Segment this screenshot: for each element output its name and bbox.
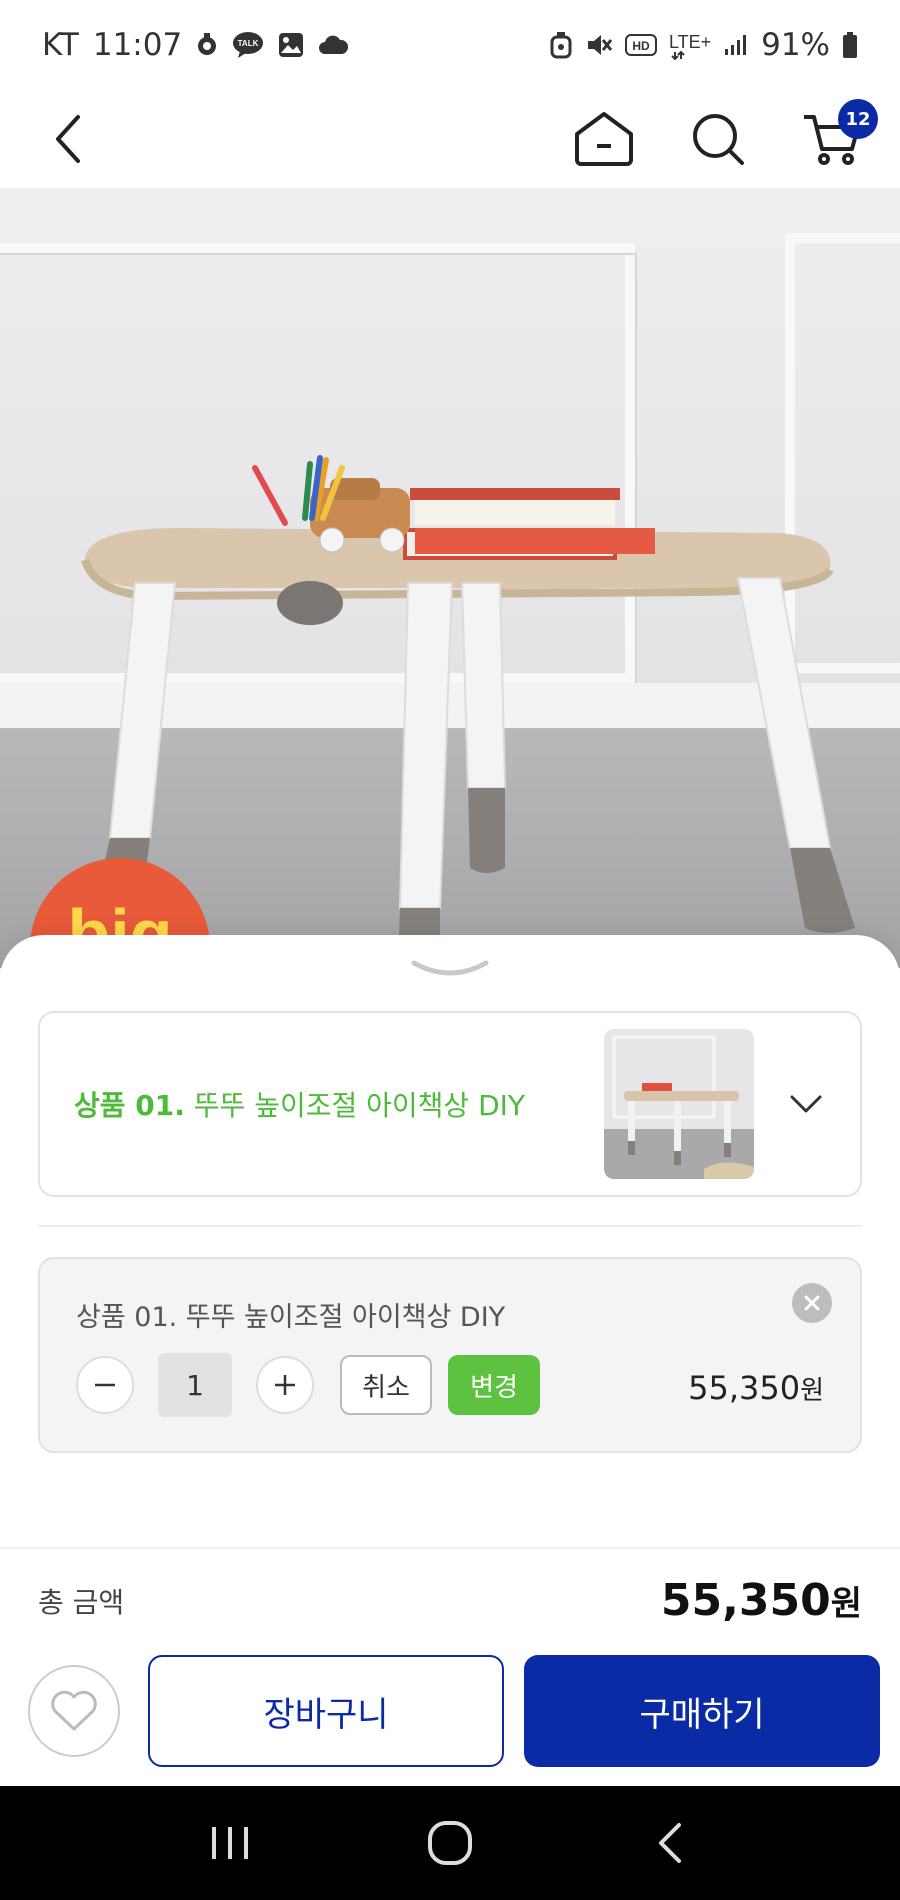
product-photo: big bbox=[0, 188, 900, 968]
recent-apps-icon bbox=[212, 1827, 248, 1859]
signal-bars-icon bbox=[723, 33, 749, 57]
section-divider bbox=[38, 1225, 862, 1227]
chevron-down-icon bbox=[411, 960, 489, 976]
decrease-quantity-button[interactable] bbox=[76, 1356, 134, 1414]
svg-text:TALK: TALK bbox=[238, 39, 259, 48]
total-row: 총 금액 55,350원 bbox=[38, 1575, 862, 1626]
product-image: big bbox=[0, 188, 900, 968]
close-icon bbox=[804, 1295, 820, 1311]
battery-icon bbox=[842, 31, 858, 59]
search-icon bbox=[693, 114, 744, 165]
system-navigation-bar bbox=[0, 1786, 900, 1900]
option-price-value: 55,350 bbox=[688, 1369, 801, 1407]
total-label: 총 금액 bbox=[38, 1585, 125, 1619]
total-amount: 55,350원 bbox=[661, 1575, 862, 1626]
product-option-select[interactable]: 상품 01. 뚜뚜 높이조절 아이책상 DIY bbox=[38, 1011, 862, 1197]
minus-icon bbox=[95, 1383, 115, 1387]
change-button[interactable]: 변경 bbox=[448, 1355, 540, 1415]
mute-icon bbox=[585, 31, 613, 59]
battery-percent: 91% bbox=[761, 27, 830, 63]
back-nav-button[interactable] bbox=[630, 1813, 710, 1873]
svg-text:HD: HD bbox=[632, 39, 650, 53]
home-button[interactable] bbox=[572, 107, 636, 171]
time-label: 11:07 bbox=[92, 27, 183, 63]
cloud-icon bbox=[318, 34, 349, 56]
header-actions: 12 bbox=[572, 99, 878, 171]
purchase-actions: 장바구니 구매하기 bbox=[28, 1655, 880, 1767]
quantity-stepper: 1 취소 변경 bbox=[76, 1353, 540, 1417]
chevron-down-icon bbox=[790, 1095, 822, 1113]
status-bar: KT 11:07 TALK HD LTE+ 91% bbox=[0, 0, 900, 90]
sheet-collapse-handle[interactable] bbox=[410, 955, 490, 989]
selected-product-name: 뚜뚜 높이조절 아이책상 DIY bbox=[193, 1089, 526, 1122]
cancel-button[interactable]: 취소 bbox=[340, 1355, 432, 1415]
option-bottom-sheet: 상품 01. 뚜뚜 높이조절 아이책상 DIY 상품 01. 뚜뚜 높이조절 아… bbox=[0, 935, 900, 1785]
total-amount-value: 55,350 bbox=[660, 1575, 831, 1626]
wishlist-button[interactable] bbox=[28, 1665, 120, 1757]
option-title: 상품 01. 뚜뚜 높이조절 아이책상 DIY bbox=[76, 1302, 506, 1333]
svg-text:LTE+: LTE+ bbox=[669, 32, 711, 52]
back-icon bbox=[659, 1823, 681, 1863]
status-bar-left: KT 11:07 TALK bbox=[42, 27, 349, 63]
back-arrow-icon bbox=[56, 115, 80, 163]
option-price: 55,350원 bbox=[688, 1369, 824, 1407]
heart-icon bbox=[51, 1690, 97, 1731]
option-price-currency: 원 bbox=[800, 1376, 824, 1406]
hd-voice-icon: HD bbox=[625, 33, 658, 57]
home-nav-button[interactable] bbox=[410, 1813, 490, 1873]
gallery-icon bbox=[278, 32, 304, 58]
buy-now-button[interactable]: 구매하기 bbox=[524, 1655, 880, 1767]
selected-product-prefix: 상품 01. bbox=[74, 1089, 185, 1122]
location-icon bbox=[196, 31, 218, 59]
home-icon bbox=[575, 112, 633, 166]
expand-select-button[interactable] bbox=[786, 1084, 826, 1124]
talk-icon: TALK bbox=[232, 31, 264, 59]
alarm-icon bbox=[549, 31, 573, 59]
selected-product-label: 상품 01. 뚜뚜 높이조절 아이책상 DIY bbox=[74, 1084, 525, 1124]
quantity-value[interactable]: 1 bbox=[158, 1353, 232, 1417]
carrier-label: KT bbox=[42, 27, 79, 63]
status-bar-right: HD LTE+ 91% bbox=[549, 27, 858, 63]
product-thumbnail bbox=[604, 1029, 754, 1179]
cart-button[interactable]: 12 bbox=[800, 99, 878, 171]
cart-count-badge: 12 bbox=[838, 99, 878, 139]
search-button[interactable] bbox=[686, 107, 750, 171]
total-divider bbox=[0, 1547, 900, 1549]
back-button[interactable] bbox=[36, 107, 100, 171]
app-header: 12 bbox=[0, 90, 900, 188]
plus-icon bbox=[275, 1375, 295, 1395]
lte-signal-icon: LTE+ bbox=[669, 30, 711, 60]
recent-apps-button[interactable] bbox=[190, 1813, 270, 1873]
increase-quantity-button[interactable] bbox=[256, 1356, 314, 1414]
home-circle-icon bbox=[428, 1821, 472, 1865]
add-to-cart-button[interactable]: 장바구니 bbox=[148, 1655, 504, 1767]
total-amount-currency: 원 bbox=[830, 1584, 862, 1624]
selected-option-card: 상품 01. 뚜뚜 높이조절 아이책상 DIY 1 취소 변경 55,350원 bbox=[38, 1257, 862, 1453]
remove-option-button[interactable] bbox=[792, 1283, 832, 1323]
